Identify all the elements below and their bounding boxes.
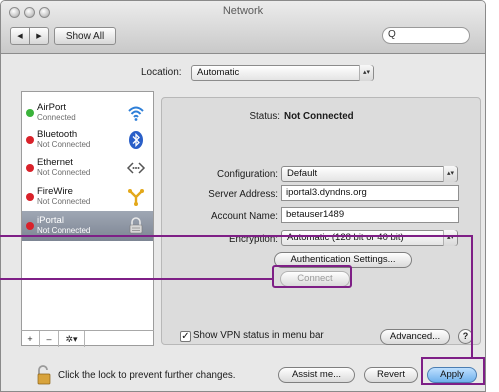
network-preferences-window: Network ◀ ▶ Show All Q Location: Automat…: [0, 0, 486, 392]
service-status: Not Connected: [37, 140, 91, 149]
popup-arrows-icon: ▴▾: [359, 65, 373, 81]
lock-icon[interactable]: [37, 365, 53, 385]
service-item-firewire[interactable]: FireWire Not Connected: [22, 182, 153, 212]
account-name-field[interactable]: betauser1489: [281, 207, 459, 223]
status-dot-icon: [26, 136, 34, 144]
popup-arrows-icon: ▴▾: [443, 166, 457, 182]
firewire-icon: [128, 189, 144, 206]
server-address-field[interactable]: iportal3.dyndns.org: [281, 185, 459, 201]
show-vpn-status-checkbox[interactable]: ✓: [180, 331, 191, 342]
service-list-toolbar: + – ✲▾: [21, 330, 154, 347]
apply-pointer-drop: [471, 235, 473, 358]
location-label: Location:: [141, 67, 182, 78]
service-status: Not Connected: [37, 197, 91, 206]
account-name-label: Account Name:: [211, 211, 278, 222]
remove-service-button[interactable]: –: [40, 331, 59, 347]
revert-button[interactable]: Revert: [364, 367, 418, 383]
service-status: Not Connected: [37, 226, 91, 235]
action-menu-button[interactable]: ✲▾: [59, 331, 85, 347]
show-vpn-status-label: Show VPN status in menu bar: [193, 330, 324, 341]
connect-highlight-box: [272, 265, 352, 288]
wifi-icon: [128, 106, 144, 121]
ethernet-icon: [126, 162, 146, 174]
server-address-label: Server Address:: [208, 189, 278, 200]
location-value: Automatic: [197, 67, 240, 78]
service-name: iPortal: [37, 215, 64, 226]
service-name: Bluetooth: [37, 129, 78, 140]
add-service-button[interactable]: +: [21, 331, 40, 347]
status-label: Status:: [249, 111, 281, 122]
service-status: Connected: [37, 113, 76, 122]
advanced-button[interactable]: Advanced...: [380, 329, 450, 345]
configuration-popup[interactable]: Default ▴▾: [281, 166, 458, 182]
encryption-value: Automatic (128 bit or 40 bit): [287, 232, 404, 243]
service-item-ethernet[interactable]: Ethernet Not Connected: [22, 153, 153, 183]
search-input[interactable]: Q: [382, 27, 470, 44]
service-item-bluetooth[interactable]: Bluetooth Not Connected: [22, 125, 153, 155]
status-dot-icon: [26, 193, 34, 201]
window-title: Network: [222, 5, 264, 17]
service-name: AirPort: [37, 102, 67, 113]
forward-arrow-icon: ▶: [36, 33, 42, 40]
status-dot-icon: [26, 109, 34, 117]
assist-me-button[interactable]: Assist me...: [278, 367, 355, 383]
forward-button[interactable]: ▶: [29, 27, 49, 45]
magnifier-icon: Q: [388, 29, 396, 40]
service-status: Not Connected: [37, 168, 91, 177]
status-dot-icon: [26, 164, 34, 172]
status-dot-icon: [26, 222, 34, 230]
apply-pointer-line: [0, 235, 473, 237]
title-bar: Network ◀ ▶ Show All Q: [1, 1, 485, 54]
location-popup[interactable]: Automatic ▴▾: [191, 65, 374, 81]
service-detail-panel: Status: Not Connected Configuration: Def…: [161, 97, 481, 345]
status-value: Not Connected: [284, 111, 354, 122]
lock-message: Click the lock to prevent further change…: [58, 370, 236, 381]
service-item-airport[interactable]: AirPort Connected: [22, 98, 153, 128]
configuration-value: Default: [287, 168, 318, 179]
popup-arrows-icon: ▴▾: [443, 230, 457, 246]
service-list: AirPort Connected Bluetooth Not Connecte…: [21, 91, 154, 346]
encryption-popup[interactable]: Automatic (128 bit or 40 bit) ▴▾: [281, 230, 458, 246]
bluetooth-icon: [129, 131, 143, 149]
configuration-label: Configuration:: [217, 169, 278, 180]
service-name: Ethernet: [37, 157, 73, 168]
service-name: FireWire: [37, 186, 73, 197]
show-all-button[interactable]: Show All: [54, 27, 116, 45]
connect-pointer-line: [0, 278, 272, 280]
back-arrow-icon: ◀: [17, 33, 23, 40]
back-button[interactable]: ◀: [10, 27, 30, 45]
vpn-lock-icon: [129, 217, 143, 234]
apply-highlight-box: [421, 357, 485, 385]
